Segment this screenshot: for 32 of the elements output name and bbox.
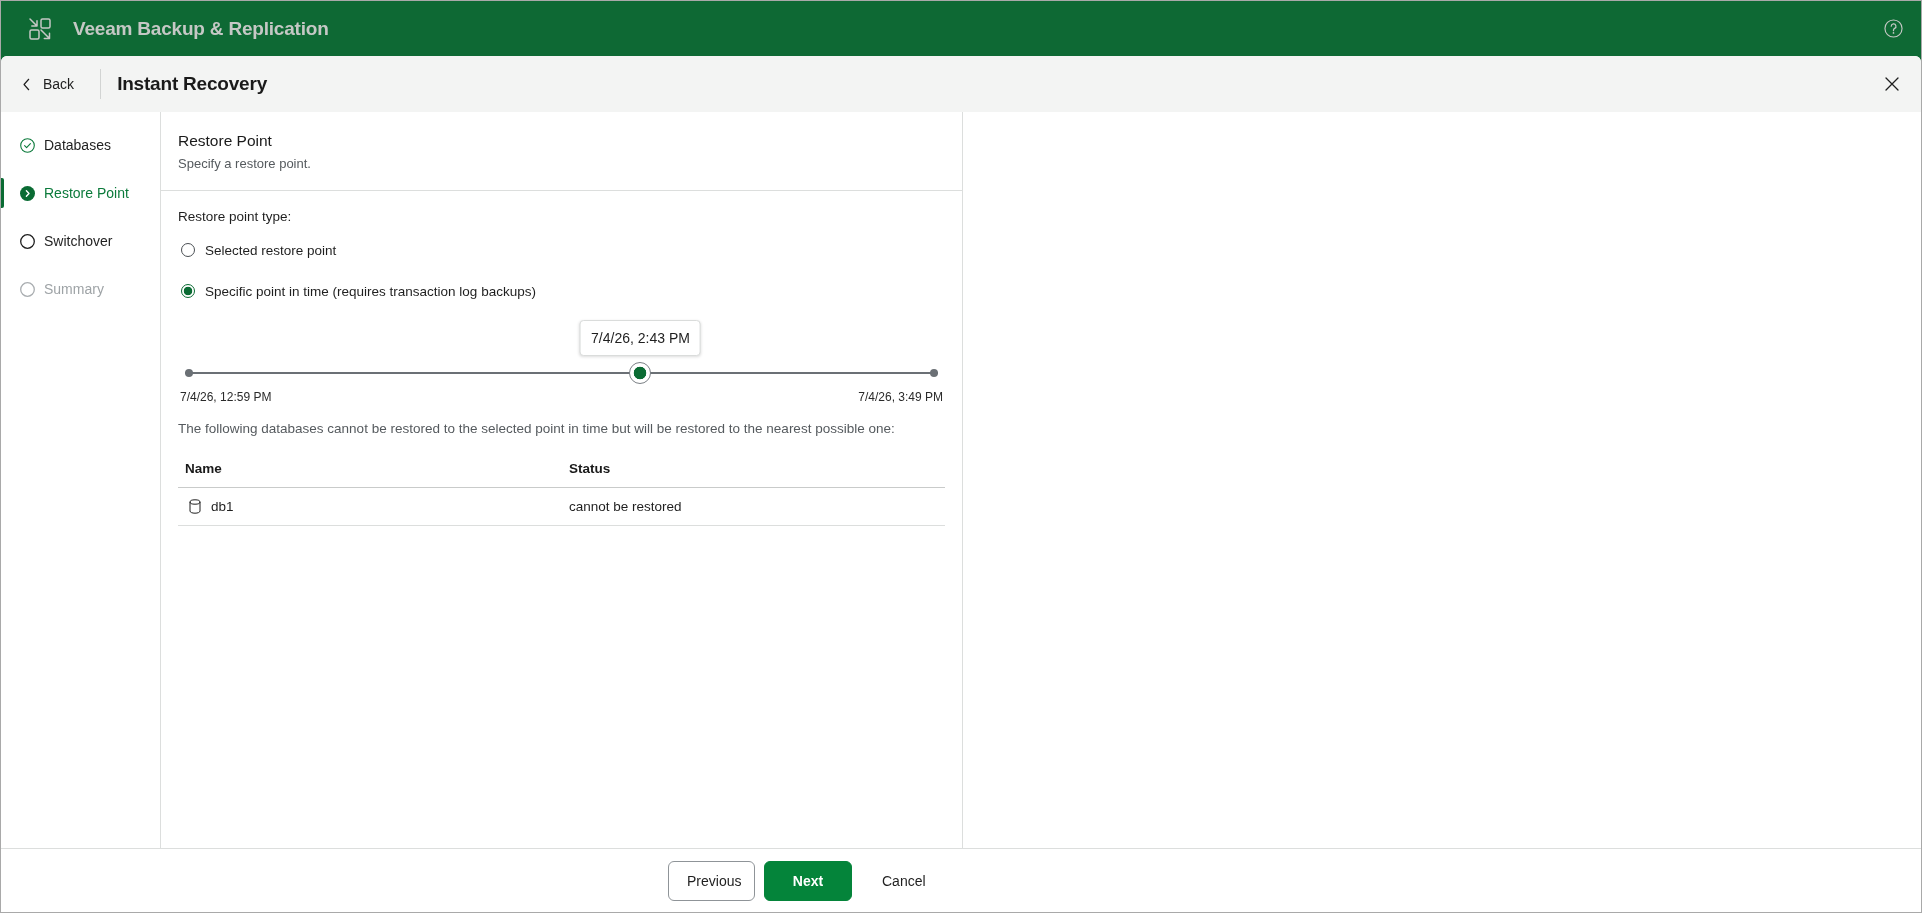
wizard-step[interactable]: Databases [1,121,160,169]
radio-label[interactable]: Specific point in time (requires transaction log backups) [205,283,536,299]
wizard-step[interactable]: Switchover [1,217,160,265]
database-icon [189,499,201,514]
range-end-label: 7/4/26, 3:49 PM [858,389,943,405]
next-button[interactable]: Next [764,860,852,901]
column-header: Name [184,461,223,476]
radio-label[interactable]: Selected restore point [205,242,337,258]
endpoint-dot-icon [930,369,938,377]
app-logo-icon [28,16,52,41]
step-subtitle: Specify a restore point. [178,155,312,173]
slider-thumb[interactable] [629,362,652,384]
info-text: The following databases cannot be restored to the selected point in time but will be restored to the nearest possible one: [178,420,896,438]
back-button[interactable]: Back [19,72,79,96]
help-icon[interactable] [1884,19,1903,38]
field-label: Restore point type: [178,208,293,226]
chevron-left-icon [23,77,30,91]
value-tooltip: 7/4/26, 2:43 PM [580,320,701,356]
radio-button[interactable] [181,284,195,298]
app-title: Veeam Backup & Replication [73,17,329,40]
close-icon[interactable] [1885,77,1899,91]
table-cell: db1 [211,499,234,514]
range-start-label: 7/4/26, 12:59 PM [180,389,272,405]
endpoint-dot-icon [185,369,193,377]
table-cell: cannot be restored [569,499,682,514]
radio-button[interactable] [181,243,195,257]
wizard-step[interactable]: Restore Point [1,169,160,217]
page-title: Instant Recovery [117,73,268,95]
step-title: Restore Point [178,131,273,151]
cancel-button[interactable]: Cancel [864,860,944,901]
column-header: Status [568,461,612,476]
previous-button[interactable]: Previous [668,860,755,901]
